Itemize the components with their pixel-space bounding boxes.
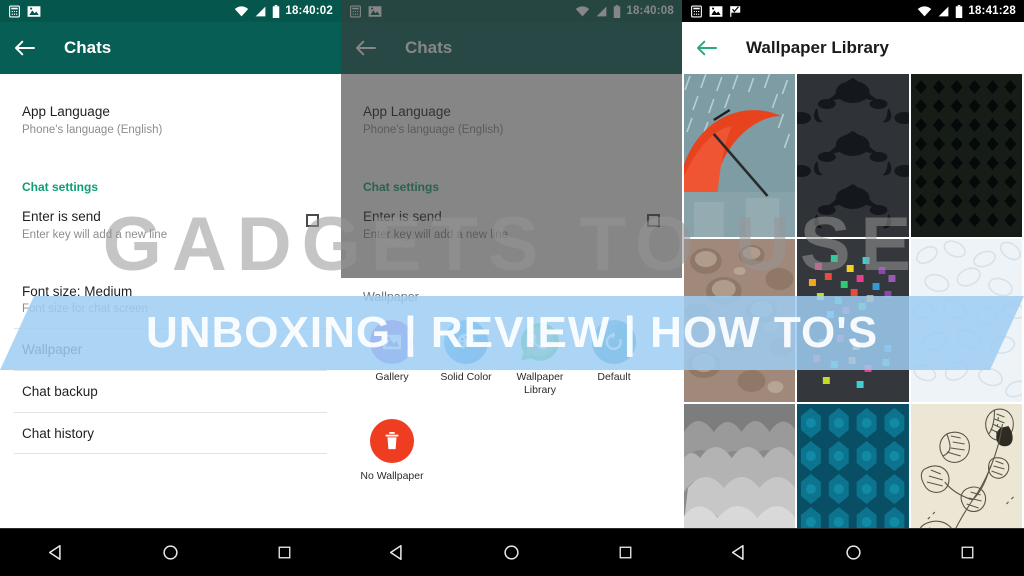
wifi-icon bbox=[235, 5, 249, 16]
setting-app-language[interactable]: App Language Phone's language (English) bbox=[0, 91, 341, 148]
setting-subtitle: Enter key will add a new line bbox=[22, 229, 168, 242]
android-navigation-bar bbox=[341, 528, 682, 576]
option-no-wallpaper[interactable]: No Wallpaper bbox=[355, 419, 429, 483]
setting-title: Chat history bbox=[22, 425, 95, 441]
settings-list: App Language Phone's language (English) … bbox=[0, 74, 341, 455]
status-bar: 18:41:28 bbox=[682, 0, 1024, 22]
setting-title: Font size: Medium bbox=[22, 283, 133, 299]
wallpaper-chooser-sheet: Wallpaper Gallery Solid Color Wallpaper … bbox=[341, 278, 682, 528]
back-arrow-icon[interactable] bbox=[14, 39, 36, 57]
wallpaper-thumb-dark-damask-pattern[interactable] bbox=[797, 74, 909, 237]
signal-icon bbox=[255, 6, 266, 16]
divider bbox=[14, 453, 327, 455]
image-icon bbox=[709, 5, 723, 17]
nav-back-icon[interactable] bbox=[37, 533, 77, 573]
wallpaper-thumb-red-umbrella-rain[interactable] bbox=[684, 74, 796, 237]
signal-icon bbox=[938, 6, 949, 16]
wallpaper-thumb-moon-crater-texture[interactable] bbox=[684, 239, 796, 402]
setting-title: App Language bbox=[22, 104, 110, 119]
page-title: Wallpaper Library bbox=[746, 38, 889, 57]
status-bar: 18:40:02 bbox=[0, 0, 341, 22]
option-gallery[interactable]: Gallery bbox=[355, 320, 429, 397]
setting-chat-backup[interactable]: Chat backup bbox=[0, 371, 341, 412]
option-label: No Wallpaper bbox=[360, 470, 424, 483]
nav-back-icon[interactable] bbox=[378, 533, 418, 573]
setting-subtitle: Font size for chat screen bbox=[22, 303, 148, 316]
refresh-icon bbox=[592, 320, 636, 364]
back-arrow-icon[interactable] bbox=[696, 39, 718, 57]
nav-recents-icon[interactable] bbox=[605, 533, 645, 573]
app-bar: Chats bbox=[0, 22, 341, 74]
panel-chats-settings: 18:40:02 Chats App Language Phone's lang… bbox=[0, 0, 341, 576]
status-time: 18:41:28 bbox=[968, 5, 1016, 17]
nav-home-icon[interactable] bbox=[150, 533, 190, 573]
palette-icon bbox=[444, 320, 488, 364]
trash-icon bbox=[370, 419, 414, 464]
option-solid-color[interactable]: Solid Color bbox=[429, 320, 503, 397]
calculator-icon bbox=[9, 5, 20, 17]
wallpaper-grid bbox=[682, 74, 1024, 567]
wallpaper-thumb-light-floral-pattern[interactable] bbox=[910, 239, 1022, 402]
android-navigation-bar bbox=[682, 528, 1024, 576]
setting-enter-is-send[interactable]: Enter is send Enter key will add a new l… bbox=[0, 196, 341, 253]
option-default[interactable]: Default bbox=[577, 320, 651, 397]
panel-wallpaper-chooser: 18:40:08 Chats App Language Phone's lang… bbox=[341, 0, 682, 576]
battery-icon bbox=[956, 4, 963, 18]
battery-icon bbox=[273, 4, 280, 18]
wifi-icon bbox=[918, 5, 932, 16]
gallery-icon bbox=[370, 320, 414, 364]
wallpaper-thumb-colorful-squares-dark[interactable] bbox=[797, 239, 909, 402]
nav-home-icon[interactable] bbox=[833, 533, 873, 573]
panel-wallpaper-library: 18:41:28 Wallpaper Library bbox=[682, 0, 1024, 576]
image-icon bbox=[27, 5, 41, 17]
wallpaper-thumb-dark-diamond-lattice[interactable] bbox=[910, 74, 1022, 237]
option-label: Default bbox=[597, 371, 631, 383]
option-label: Solid Color bbox=[440, 371, 492, 383]
option-label: Gallery bbox=[375, 371, 409, 383]
nav-recents-icon[interactable] bbox=[264, 533, 304, 573]
option-label: Wallpaper Library bbox=[516, 371, 564, 397]
section-header-chat-settings: Chat settings bbox=[22, 180, 99, 195]
setting-chat-history[interactable]: Chat history bbox=[0, 413, 341, 454]
sheet-title: Wallpaper bbox=[363, 290, 419, 304]
wallpaper-options-row: Gallery Solid Color Wallpaper Library De… bbox=[341, 306, 682, 397]
nav-recents-icon[interactable] bbox=[947, 533, 987, 573]
wallpaper-secondary-row: No Wallpaper bbox=[341, 397, 682, 483]
calculator-icon bbox=[691, 5, 702, 17]
nav-home-icon[interactable] bbox=[491, 533, 531, 573]
setting-title: Wallpaper bbox=[22, 341, 83, 357]
option-wallpaper-library[interactable]: Wallpaper Library bbox=[503, 320, 577, 397]
setting-wallpaper[interactable]: Wallpaper bbox=[0, 329, 341, 370]
app-bar: Wallpaper Library bbox=[682, 22, 1024, 74]
android-navigation-bar bbox=[0, 528, 341, 576]
page-title: Chats bbox=[64, 38, 112, 57]
enter-is-send-checkbox[interactable] bbox=[306, 214, 319, 228]
check-flag-icon bbox=[730, 5, 741, 17]
setting-font-size[interactable]: Font size: Medium Font size for chat scr… bbox=[0, 271, 341, 328]
setting-title: Chat backup bbox=[22, 383, 98, 399]
whatsapp-icon bbox=[518, 320, 562, 364]
nav-back-icon[interactable] bbox=[719, 533, 759, 573]
setting-title: Enter is send bbox=[22, 209, 101, 225]
three-panel-screenshot: 18:40:02 Chats App Language Phone's lang… bbox=[0, 0, 1024, 576]
status-time: 18:40:02 bbox=[285, 5, 333, 17]
setting-subtitle: Phone's language (English) bbox=[22, 123, 163, 136]
